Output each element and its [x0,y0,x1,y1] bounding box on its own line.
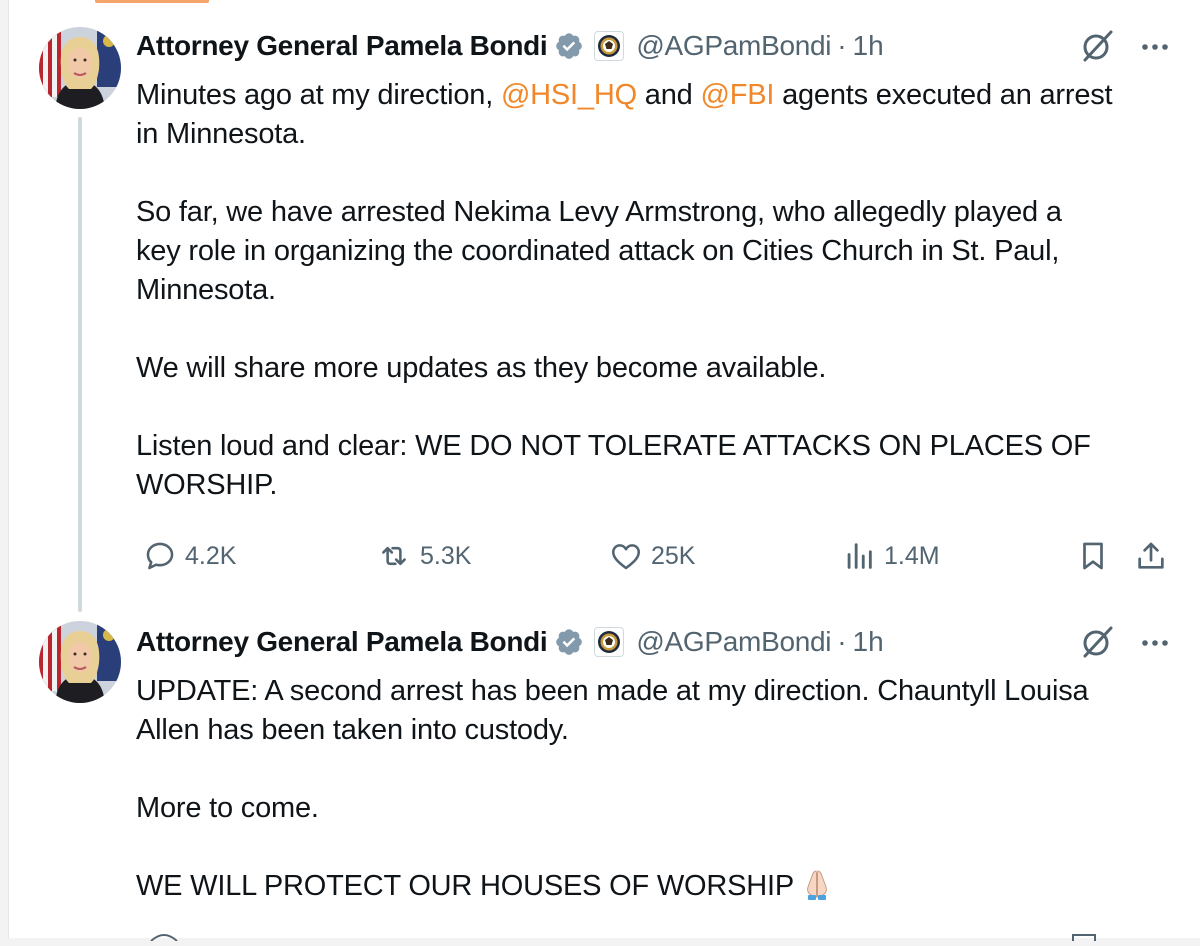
tweet-text-line: Allen has been taken into custody. [136,711,1186,750]
doj-seal-graphic [598,35,621,57]
tweet-actions: 4.2K 5.3K 25K 1.4M [136,533,1186,579]
separator-dot: · [837,30,847,61]
avatar-image [39,27,121,109]
thread-connector-line [78,117,82,612]
text-span: Listen loud and clear: WE DO NOT TOLERAT… [136,430,1091,462]
tweet-timestamp[interactable]: 1h [853,30,884,62]
text-span: We will share more updates as they becom… [136,352,827,384]
tweet-text-line: Listen loud and clear: WE DO NOT TOLERAT… [136,427,1186,466]
next-actions-peek-right [1069,928,1099,941]
tweet-text-line: UPDATE: A second arrest has been made at… [136,672,1186,711]
mention-link[interactable]: @FBI [700,79,774,111]
mention-link[interactable]: @HSI_HQ [501,79,637,111]
repost-count: 5.3K [420,541,472,570]
text-span: agents executed an arrest [774,79,1113,111]
like-button[interactable]: 25K [609,533,695,579]
grok-icon[interactable] [1077,26,1117,66]
like-count: 25K [651,541,696,570]
text-span: More to come. [136,792,319,824]
bookmark-icon [1072,934,1096,941]
tweet-text-line: Minutes ago at my direction, @HSI_HQ and… [136,76,1186,115]
text-span: WORSHIP. [136,469,278,501]
tweet-text: UPDATE: A second arrest has been made at… [136,672,1186,906]
more-dots-icon[interactable] [1135,622,1175,662]
repost-icon [382,546,406,566]
next-actions-peek [149,928,179,942]
share-button[interactable] [1134,533,1176,579]
avatar-image [39,621,121,703]
separator-dot: · [837,626,847,657]
text-span: So far, we have arrested Nekima Levy Arm… [136,196,1062,228]
grok-icon[interactable] [1077,622,1117,662]
like-icon [611,544,641,570]
reply-icon [150,934,178,942]
reply-button[interactable]: 4.2K [143,533,236,579]
folded-hands-emoji [807,870,827,900]
text-span: in Minnesota. [136,118,306,150]
tweet-text-line: WE WILL PROTECT OUR HOUSES OF WORSHIP [136,867,1186,906]
share-icon [1138,542,1164,569]
views-button[interactable]: 1.4M [842,533,940,579]
reply-icon [146,542,174,570]
bookmark-button[interactable] [1076,533,1118,579]
bookmark-icon [1083,542,1103,570]
tweet-text: Minutes ago at my direction, @HSI_HQ and… [136,76,1186,505]
views-count: 1.4M [884,541,940,570]
doj-seal-icon[interactable] [594,31,625,61]
tweet-text-line: So far, we have arrested Nekima Levy Arm… [136,193,1186,232]
author-name[interactable]: Attorney General Pamela Bondi [136,30,548,62]
timeline-frame: Attorney General Pamela Bondi @AGPamBond… [8,0,1200,942]
tweet-text-line: We will share more updates as they becom… [136,349,1186,388]
avatar[interactable] [39,27,121,109]
text-span: key role in organizing the coordinated a… [136,235,1060,267]
verified-badge-icon[interactable] [554,31,584,61]
text-span: Minutes ago at my direction, [136,79,501,111]
doj-seal-graphic [598,631,621,653]
tweet-timestamp[interactable]: 1h [853,626,884,658]
verified-badge-icon[interactable] [554,627,584,657]
reply-count: 4.2K [185,541,237,570]
text-span: UPDATE: A second arrest has been made at… [136,675,1089,707]
tweet-text-line: key role in organizing the coordinated a… [136,232,1186,271]
text-span: and [636,79,701,111]
tweet-text-line: Minnesota. [136,271,1186,310]
repost-button[interactable]: 5.3K [376,533,471,579]
top-accent-bar [95,0,209,3]
author-handle[interactable]: @AGPamBondi [636,30,831,62]
tweet-header: Attorney General Pamela Bondi @AGPamBond… [136,620,884,664]
more-dots-icon[interactable] [1135,26,1175,66]
author-name[interactable]: Attorney General Pamela Bondi [136,626,548,658]
avatar[interactable] [39,621,121,703]
text-span: WE WILL PROTECT OUR HOUSES OF WORSHIP [136,870,795,902]
author-handle[interactable]: @AGPamBondi [636,626,831,658]
tweet-text-line: WORSHIP. [136,466,1186,505]
views-icon [847,543,872,569]
doj-seal-icon[interactable] [594,627,625,657]
tweet-header: Attorney General Pamela Bondi @AGPamBond… [136,24,884,68]
tweet-text-line: in Minnesota. [136,115,1186,154]
text-span: Minnesota. [136,274,276,306]
text-span: Allen has been taken into custody. [136,714,569,746]
tweet-text-line: More to come. [136,789,1186,828]
